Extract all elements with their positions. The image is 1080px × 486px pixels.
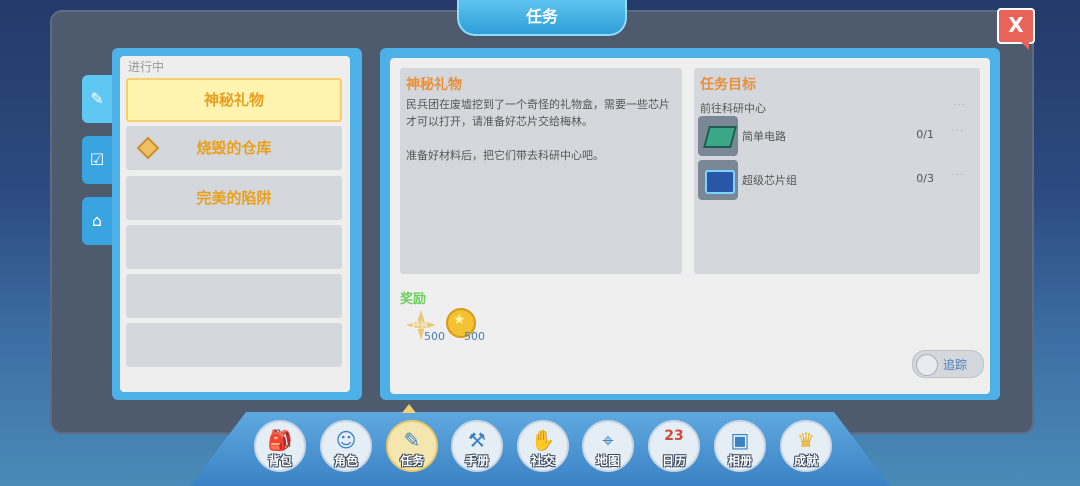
- quest-list-panel: 进行中 神秘礼物 烧毁的仓库 完美的陷阱: [112, 48, 362, 400]
- nav-label: 社交: [530, 454, 555, 468]
- trophy-icon: ♛: [797, 428, 815, 452]
- track-label: 追踪: [943, 358, 968, 372]
- goal-row: 简单电路 0/1 ···: [698, 116, 974, 156]
- nav-calendar[interactable]: 23 日历: [648, 420, 700, 472]
- quest-detail: 神秘礼物 民兵团在废墟挖到了一个奇怪的礼物盒，需要一些芯片才可以打开，请准备好芯…: [390, 58, 990, 394]
- quest-description: 民兵团在废墟挖到了一个奇怪的礼物盒，需要一些芯片才可以打开，请准备好芯片交给梅林…: [406, 96, 676, 164]
- nav-label: 手册: [464, 454, 489, 468]
- nav-character[interactable]: ☺ 角色: [320, 420, 372, 472]
- quest-item-label: 烧毁的仓库: [196, 139, 272, 157]
- rewards-label: 奖励: [400, 292, 427, 307]
- quest-item-empty: [126, 274, 342, 318]
- more-options-icon[interactable]: ···: [951, 170, 964, 181]
- quest-title: 神秘礼物: [406, 77, 462, 93]
- goal-name: 简单电路: [742, 130, 786, 143]
- reward-gold: 500: [444, 308, 485, 348]
- quest-item-empty: [126, 323, 342, 367]
- nav-backpack[interactable]: 🎒 背包: [254, 420, 306, 472]
- nav-label: 背包: [267, 454, 292, 468]
- checklist-icon: ☑: [89, 150, 105, 169]
- character-icon: ☺: [335, 428, 357, 452]
- more-options-icon[interactable]: ···: [953, 100, 966, 111]
- quest-item[interactable]: 烧毁的仓库: [126, 126, 342, 170]
- map-icon: ⌖: [602, 428, 614, 452]
- goals-subtitle: 前往科研中心: [700, 102, 766, 115]
- goals-title: 任务目标: [700, 77, 756, 93]
- track-toggle[interactable]: 追踪: [912, 350, 984, 378]
- quest-item-empty: [126, 225, 342, 269]
- close-button[interactable]: X: [997, 8, 1035, 50]
- quest-detail-panel: 神秘礼物 民兵团在废墟挖到了一个奇怪的礼物盒，需要一些芯片才可以打开，请准备好芯…: [380, 48, 1000, 400]
- handshake-icon: ✋: [530, 428, 556, 452]
- quest-list-header: 进行中: [128, 60, 165, 74]
- goal-row: 超级芯片组 0/3 ···: [698, 160, 974, 200]
- nav-label: 日历: [661, 454, 686, 468]
- active-indicator-icon: [402, 404, 416, 413]
- nav-quest[interactable]: ✎ 任务: [386, 420, 438, 472]
- nav-achievement[interactable]: ♛ 成就: [780, 420, 832, 472]
- nav-label: 相册: [727, 454, 752, 468]
- nav-social[interactable]: ✋ 社交: [517, 420, 569, 472]
- quest-description-line: 准备好材料后，把它们带去科研中心吧。: [406, 149, 604, 162]
- reward-value: 500: [424, 330, 445, 343]
- quest-list: 进行中 神秘礼物 烧毁的仓库 完美的陷阱: [120, 56, 350, 392]
- more-options-icon[interactable]: ···: [951, 126, 964, 137]
- goal-name: 超级芯片组: [742, 174, 797, 187]
- nav-label: 任务: [399, 454, 424, 468]
- side-tab-quests[interactable]: ✎: [82, 75, 112, 123]
- goal-count: 0/1: [916, 128, 934, 141]
- album-icon: ▣: [730, 428, 750, 452]
- nav-label: 成就: [793, 454, 818, 468]
- quest-description-box: 神秘礼物 民兵团在废墟挖到了一个奇怪的礼物盒，需要一些芯片才可以打开，请准备好芯…: [400, 68, 682, 274]
- circuit-icon: [698, 116, 738, 156]
- nav-album[interactable]: ▣ 相册: [714, 420, 766, 472]
- quest-scroll-icon: ✎: [90, 89, 104, 108]
- quest-marker-icon: [136, 136, 160, 160]
- side-tab-checklist[interactable]: ☑: [82, 136, 112, 184]
- nav-map[interactable]: ⌖ 地图: [582, 420, 634, 472]
- reward-exp: 经验 500: [404, 308, 445, 348]
- building-icon: ⌂: [91, 211, 103, 230]
- quest-item[interactable]: 完美的陷阱: [126, 176, 342, 220]
- side-tab-building[interactable]: ⌂: [82, 197, 112, 245]
- quest-icon: ✎: [403, 428, 421, 452]
- quest-goals-box: 任务目标 前往科研中心 ··· 简单电路 0/1 ··· 超级芯片组 0/3 ·…: [694, 68, 980, 274]
- quest-item[interactable]: 神秘礼物: [126, 78, 342, 122]
- nav-label: 地图: [595, 454, 620, 468]
- backpack-icon: 🎒: [267, 428, 293, 452]
- reward-value: 500: [464, 330, 485, 343]
- window-title: 任务: [457, 0, 627, 36]
- nav-handbook[interactable]: ⚒ 手册: [451, 420, 503, 472]
- quest-description-line: 民兵团在废墟挖到了一个奇怪的礼物盒，需要一些芯片才可以打开，请准备好芯片交给梅林…: [406, 98, 670, 128]
- calendar-icon: 23: [664, 428, 684, 444]
- chip-icon: [698, 160, 738, 200]
- goal-count: 0/3: [916, 172, 934, 185]
- nav-label: 角色: [333, 454, 358, 468]
- toggle-knob: [916, 354, 938, 376]
- hammer-icon: ⚒: [468, 428, 486, 452]
